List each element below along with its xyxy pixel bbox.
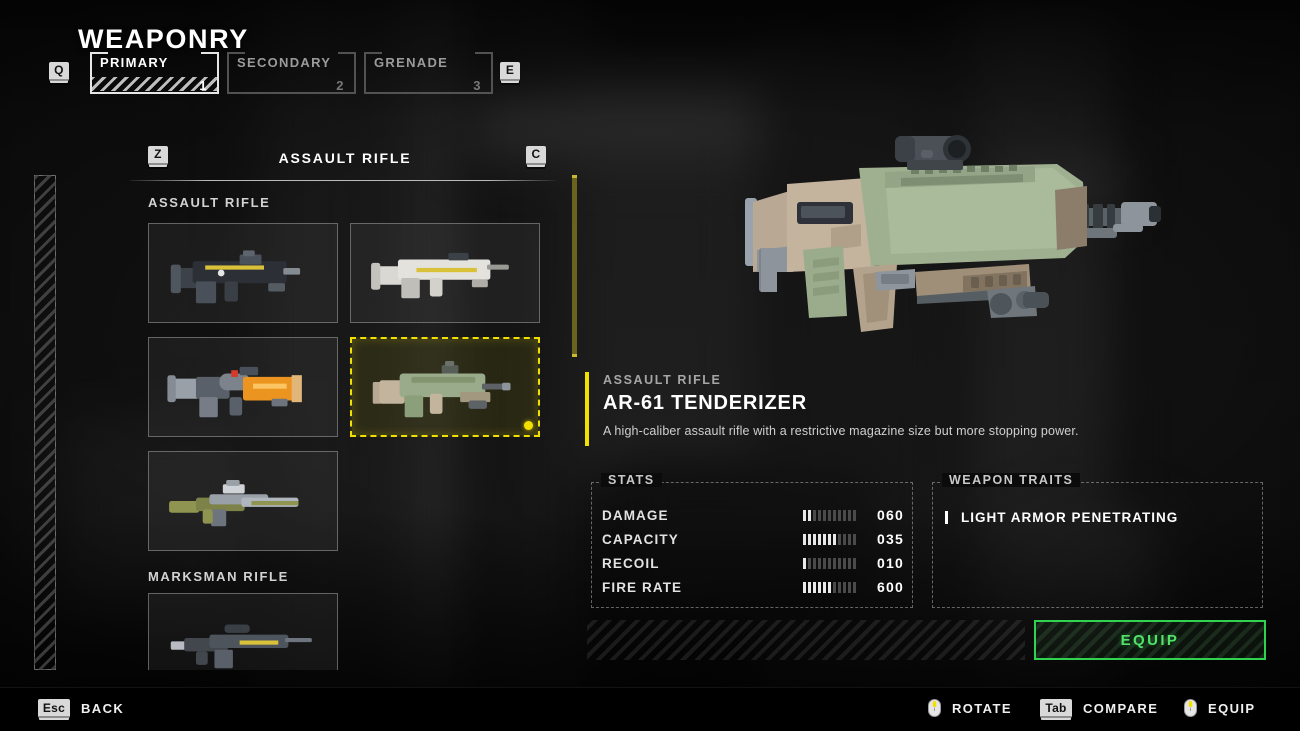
selected-indicator-dot xyxy=(524,421,533,430)
weapon-thumb-olive-battle-rifle xyxy=(169,480,299,527)
weapon-card-dark-bullpup-rifle[interactable] xyxy=(148,223,338,323)
weapon-thumb-white-bullpup-rifle xyxy=(371,252,509,299)
next-slot-key[interactable]: E xyxy=(500,61,520,81)
prev-slot-key[interactable]: Q xyxy=(49,61,69,81)
traits-panel-frame xyxy=(932,482,1263,608)
hint-rotate-label: ROTATE xyxy=(952,700,1012,716)
page-title: WEAPONRY xyxy=(78,24,249,54)
weapon-thumb-dark-bullpup-rifle xyxy=(170,250,301,304)
hint-equip[interactable]: EQUIP xyxy=(1184,699,1255,717)
tab-primary-label: PRIMARY xyxy=(100,55,169,70)
key-q-icon: Q xyxy=(49,61,69,81)
equip-hatch-strip xyxy=(587,620,1025,660)
key-c-icon: C xyxy=(526,145,546,165)
stat-bar-fire-rate xyxy=(803,581,856,593)
weapon-preview-render[interactable] xyxy=(735,120,1180,360)
hint-back[interactable]: Esc BACK xyxy=(38,699,124,718)
hint-compare-label: COMPARE xyxy=(1083,701,1159,716)
stat-value-damage: 060 xyxy=(877,507,904,523)
hint-equip-label: EQUIP xyxy=(1208,700,1256,716)
hint-back-label: BACK xyxy=(81,701,125,716)
tab-grenade-number: 3 xyxy=(473,78,481,93)
trait-item: LIGHT ARMOR PENETRATING xyxy=(945,510,1178,525)
stat-bar-capacity xyxy=(803,533,856,545)
traits-heading: WEAPON TRAITS xyxy=(942,473,1081,487)
stat-label-capacity: CAPACITY xyxy=(602,531,679,547)
stat-row-damage: DAMAGE 060 xyxy=(602,504,904,526)
stats-panel: STATS DAMAGE 060 CAPACITY 035 RECOIL 010… xyxy=(591,473,913,608)
key-tab-icon: Tab xyxy=(1040,699,1072,718)
tab-grenade-label: GRENADE xyxy=(374,55,449,70)
weapon-thumb-grey-marksman-rifle xyxy=(170,624,312,669)
loadout-slot-tabs: PRIMARY 1 SECONDARY 2 GRENADE 3 xyxy=(84,52,495,94)
tab-secondary-number: 2 xyxy=(336,78,344,93)
weapon-traits-panel: WEAPON TRAITS LIGHT ARMOR PENETRATING xyxy=(932,473,1263,608)
mouse-icon xyxy=(928,699,941,717)
weapon-card-white-bullpup-rifle[interactable] xyxy=(350,223,540,323)
stat-bar-recoil xyxy=(803,557,856,569)
stats-heading: STATS xyxy=(601,473,662,487)
key-esc-icon: Esc xyxy=(38,699,70,718)
weapon-list-body[interactable]: ASSAULT RIFLE MARKSMAN RIFLE xyxy=(148,175,559,670)
footer-hint-bar: Esc BACK ROTATE Tab COMPARE EQUIP xyxy=(0,687,1300,731)
stat-bar-damage xyxy=(803,509,856,521)
key-e-icon: E xyxy=(500,61,520,81)
weapon-card-olive-battle-rifle[interactable] xyxy=(148,451,338,551)
trait-label: LIGHT ARMOR PENETRATING xyxy=(961,510,1179,525)
weapon-info: ASSAULT RIFLE AR-61 TENDERIZER A high-ca… xyxy=(585,372,1275,448)
tab-primary[interactable]: PRIMARY 1 xyxy=(84,52,221,94)
panel-hatch-edge xyxy=(34,175,56,670)
weapon-hero-ar61-tenderizer xyxy=(745,135,1161,332)
equip-button[interactable]: EQUIP xyxy=(1034,620,1266,660)
weapon-name: AR-61 TENDERIZER xyxy=(603,392,807,414)
stat-label-damage: DAMAGE xyxy=(602,507,669,523)
weapon-thumb-orange-heavy-rifle xyxy=(167,366,302,418)
weapon-list-panel: ASSAULT RIFLE MARKSMAN RIFLE xyxy=(34,175,559,670)
weapon-description: A high-caliber assault rifle with a rest… xyxy=(603,424,1079,438)
category-name: ASSAULT RIFLE xyxy=(278,150,412,166)
weapon-card-orange-heavy-rifle[interactable] xyxy=(148,337,338,437)
group-title-assault-rifle: ASSAULT RIFLE xyxy=(148,195,271,210)
tab-grenade[interactable]: GRENADE 3 xyxy=(358,52,495,94)
mouse-icon xyxy=(1184,699,1197,717)
category-header: Z ASSAULT RIFLE C xyxy=(130,145,556,181)
stat-label-recoil: RECOIL xyxy=(602,555,660,571)
next-category-key[interactable]: C xyxy=(526,145,546,165)
stat-label-fire-rate: FIRE RATE xyxy=(602,579,683,595)
tab-primary-number: 1 xyxy=(199,78,207,93)
trait-pip-icon xyxy=(945,511,948,524)
stat-row-recoil: RECOIL 010 xyxy=(602,552,904,574)
category-underline xyxy=(130,180,556,181)
scrollbar-cap-bottom xyxy=(572,354,577,357)
weapon-info-accent-bar xyxy=(585,372,589,446)
stat-value-fire-rate: 600 xyxy=(877,579,904,595)
hint-rotate[interactable]: ROTATE xyxy=(928,699,1012,717)
stat-value-recoil: 010 xyxy=(877,555,904,571)
header-bar: WEAPONRY Q E PRIMARY 1 SECONDARY 2 GRENA… xyxy=(0,0,1300,100)
weapon-kind: ASSAULT RIFLE xyxy=(603,373,722,387)
hint-compare[interactable]: Tab COMPARE xyxy=(1040,699,1158,718)
weapon-card-grey-marksman-rifle[interactable] xyxy=(148,593,338,670)
weapon-card-green-ar61-tenderizer[interactable] xyxy=(350,337,540,437)
stat-row-capacity: CAPACITY 035 xyxy=(602,528,904,550)
weapon-list-scrollbar[interactable] xyxy=(572,175,577,357)
weapon-thumb-green-ar61-tenderizer xyxy=(372,360,511,418)
tab-secondary[interactable]: SECONDARY 2 xyxy=(221,52,358,94)
tab-hatch-fill xyxy=(92,77,217,91)
scrollbar-cap-top xyxy=(572,175,577,178)
tab-secondary-label: SECONDARY xyxy=(237,55,332,70)
group-title-marksman-rifle: MARKSMAN RIFLE xyxy=(148,569,289,584)
stat-row-fire-rate: FIRE RATE 600 xyxy=(602,576,904,598)
stat-value-capacity: 035 xyxy=(877,531,904,547)
